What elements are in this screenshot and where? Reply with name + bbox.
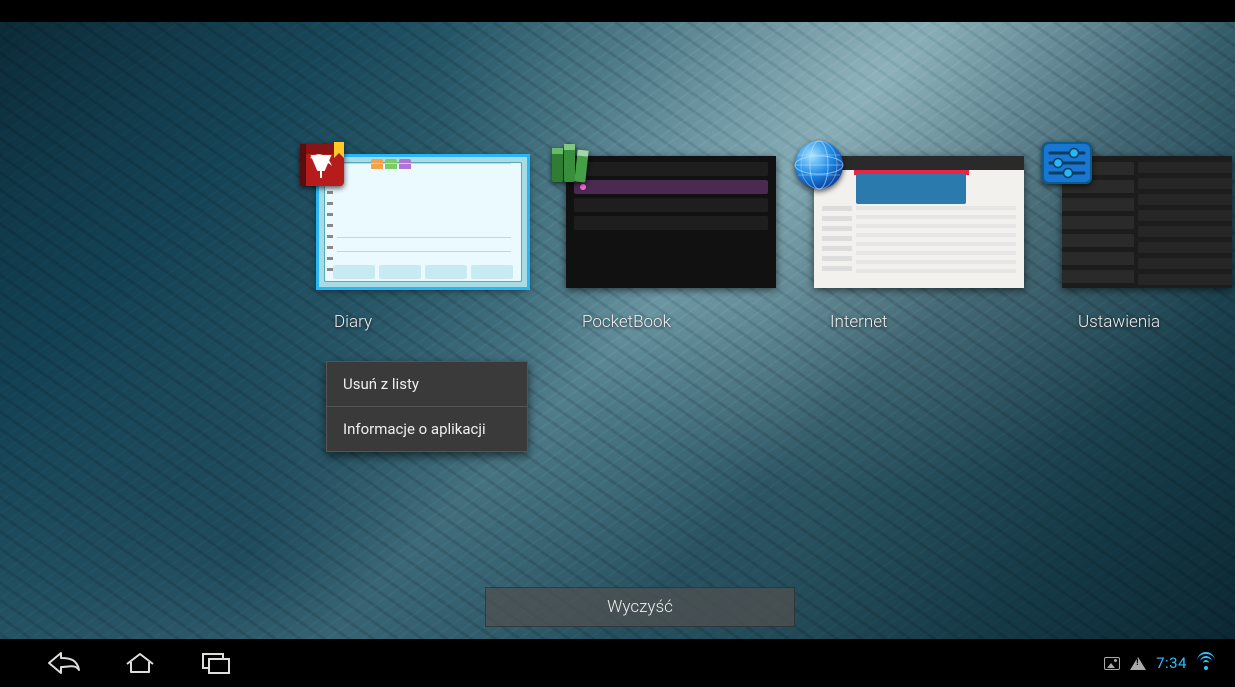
picture-icon: [1104, 657, 1120, 670]
status-bar-top: [0, 0, 1235, 22]
recent-app-settings[interactable]: Ustawienia: [1062, 156, 1232, 336]
recent-app-diary-label: Diary: [318, 312, 528, 332]
recent-app-pocketbook-label: PocketBook: [566, 312, 776, 332]
back-button[interactable]: [40, 639, 88, 687]
recent-apps-icon: [199, 650, 233, 676]
back-icon: [47, 650, 81, 676]
diary-icon: [296, 138, 350, 192]
globe-icon: [792, 138, 846, 192]
recent-app-settings-label: Ustawienia: [1062, 312, 1232, 332]
clock: 7:34: [1156, 654, 1187, 672]
home-icon: [123, 650, 157, 676]
recent-app-diary[interactable]: Diary: [318, 156, 528, 336]
navigation-bar: 7:34: [0, 639, 1235, 687]
books-icon: [544, 138, 598, 192]
context-menu-remove[interactable]: Usuń z listy: [327, 362, 527, 406]
recent-app-internet-label: Internet: [814, 312, 1024, 332]
recent-app-internet[interactable]: Internet: [814, 156, 1024, 336]
status-area: 7:34: [1104, 654, 1215, 672]
sliders-icon: [1040, 138, 1094, 192]
wifi-icon: [1197, 656, 1215, 670]
recent-apps-row: Diary PocketBook: [318, 156, 1235, 336]
context-menu: Usuń z listy Informacje o aplikacji: [326, 361, 528, 452]
recent-app-pocketbook[interactable]: PocketBook: [566, 156, 776, 336]
clear-all-label: Wyczyść: [607, 597, 673, 617]
warning-icon: [1130, 657, 1146, 670]
recent-apps-button[interactable]: [192, 639, 240, 687]
home-button[interactable]: [116, 639, 164, 687]
context-menu-app-info[interactable]: Informacje o aplikacji: [327, 407, 527, 451]
clear-all-button[interactable]: Wyczyść: [485, 587, 795, 627]
